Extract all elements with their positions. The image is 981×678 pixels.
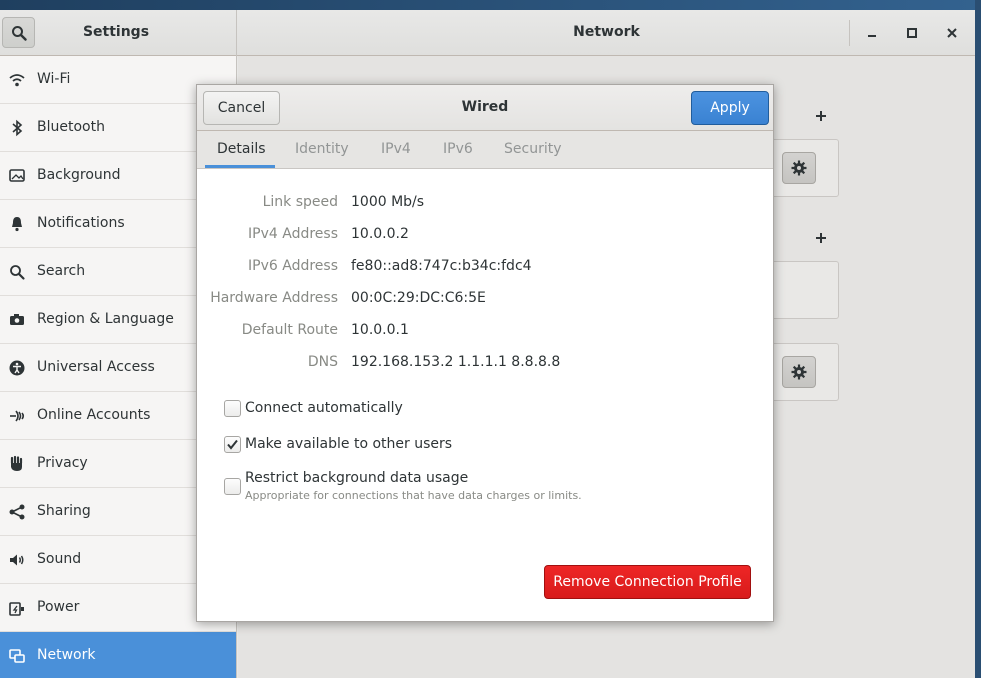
speaker-icon: [10, 554, 24, 566]
wired-dialog: Cancel Wired Apply Details Identity IPv4…: [196, 84, 774, 622]
search-button[interactable]: [2, 17, 35, 48]
sidebar-item-label: Privacy: [37, 455, 88, 471]
dialog-title: Wired: [461, 99, 509, 115]
search-icon: [12, 26, 27, 41]
tab-ipv4[interactable]: IPv4: [381, 141, 411, 157]
hand-icon: [10, 455, 23, 471]
gear-icon: [791, 364, 807, 380]
close-button[interactable]: [940, 21, 964, 45]
wifi-icon: [9, 74, 25, 87]
power-icon: [9, 602, 24, 616]
settings-title: Settings: [82, 24, 150, 40]
available-to-other-users-label[interactable]: Make available to other users: [245, 436, 452, 452]
sidebar-item-label: Online Accounts: [37, 407, 151, 423]
link-speed-label: Link speed: [262, 194, 338, 210]
connect-automatically-checkbox[interactable]: [224, 400, 241, 417]
default-route-value: 10.0.0.1: [351, 322, 409, 338]
desktop-background: [0, 0, 981, 10]
sidebar-item-label: Background: [37, 167, 121, 183]
ipv4-address-value: 10.0.0.2: [351, 226, 409, 242]
minimize-icon: [868, 35, 876, 37]
ipv6-address-value: fe80::ad8:747c:b34c:fdc4: [351, 258, 532, 274]
close-icon: [947, 28, 957, 38]
maximize-icon: [907, 28, 917, 38]
sidebar-item-label: Sharing: [37, 503, 91, 519]
ipv6-address-label: IPv6 Address: [248, 258, 338, 274]
dns-label: DNS: [307, 354, 338, 370]
restrict-background-data-label[interactable]: Restrict background data usage: [245, 470, 468, 486]
hardware-address-label: Hardware Address: [210, 290, 338, 306]
desktop-background-edge: [975, 0, 981, 678]
sidebar-item-label: Bluetooth: [37, 119, 105, 135]
camera-icon: [10, 314, 24, 325]
online-accounts-icon: [10, 410, 25, 422]
available-to-other-users-checkbox[interactable]: [224, 436, 241, 453]
sidebar-item-label: Search: [37, 263, 86, 279]
sidebar-item-network[interactable]: Network: [0, 632, 236, 678]
sidebar-item-label: Network: [37, 647, 96, 663]
add-icon[interactable]: [814, 231, 828, 245]
sidebar-item-label: Region & Language: [37, 311, 174, 327]
minimize-button[interactable]: [860, 21, 884, 45]
apply-button[interactable]: Apply: [691, 91, 769, 125]
bell-icon: [12, 217, 22, 232]
link-speed-value: 1000 Mb/s: [351, 194, 425, 210]
remove-connection-profile-button[interactable]: Remove Connection Profile: [544, 565, 751, 599]
default-route-label: Default Route: [241, 322, 338, 338]
sidebar-header: Settings: [0, 10, 237, 56]
share-icon: [9, 504, 25, 520]
header-bar: Settings Network: [0, 10, 975, 56]
restrict-background-data-checkbox[interactable]: [224, 478, 241, 495]
gear-icon: [791, 160, 807, 176]
tab-security[interactable]: Security: [504, 141, 562, 157]
proxy-settings-button[interactable]: [782, 356, 816, 388]
search-icon: [10, 265, 25, 280]
accessibility-icon: [9, 360, 25, 376]
dns-value: 192.168.153.2 1.1.1.1 8.8.8.8: [351, 354, 561, 370]
header-separator: [849, 20, 850, 46]
sidebar-item-label: Sound: [37, 551, 82, 567]
tab-identity[interactable]: Identity: [295, 141, 349, 157]
tab-details[interactable]: Details: [217, 141, 266, 157]
sidebar-item-label: Universal Access: [37, 359, 155, 375]
add-icon[interactable]: [814, 109, 828, 123]
restrict-background-data-hint: Appropriate for connections that have da…: [245, 489, 582, 502]
hardware-address-value: 00:0C:29:DC:C6:5E: [351, 290, 486, 306]
dialog-header: Cancel Wired Apply: [197, 85, 773, 131]
network-icon: [9, 649, 25, 663]
sidebar-item-label: Wi-Fi: [37, 71, 71, 87]
sidebar-item-label: Notifications: [37, 215, 125, 231]
wired-settings-button[interactable]: [782, 152, 816, 184]
ipv4-address-label: IPv4 Address: [248, 226, 338, 242]
bluetooth-icon: [12, 119, 23, 137]
maximize-button[interactable]: [900, 21, 924, 45]
checkmark-icon: [227, 439, 238, 450]
active-tab-indicator: [205, 165, 275, 168]
tab-ipv6[interactable]: IPv6: [443, 141, 473, 157]
connect-automatically-label[interactable]: Connect automatically: [245, 400, 403, 416]
dialog-tabs: Details Identity IPv4 IPv6 Security: [197, 131, 773, 169]
sidebar-item-label: Power: [37, 599, 80, 615]
background-icon: [9, 169, 25, 182]
